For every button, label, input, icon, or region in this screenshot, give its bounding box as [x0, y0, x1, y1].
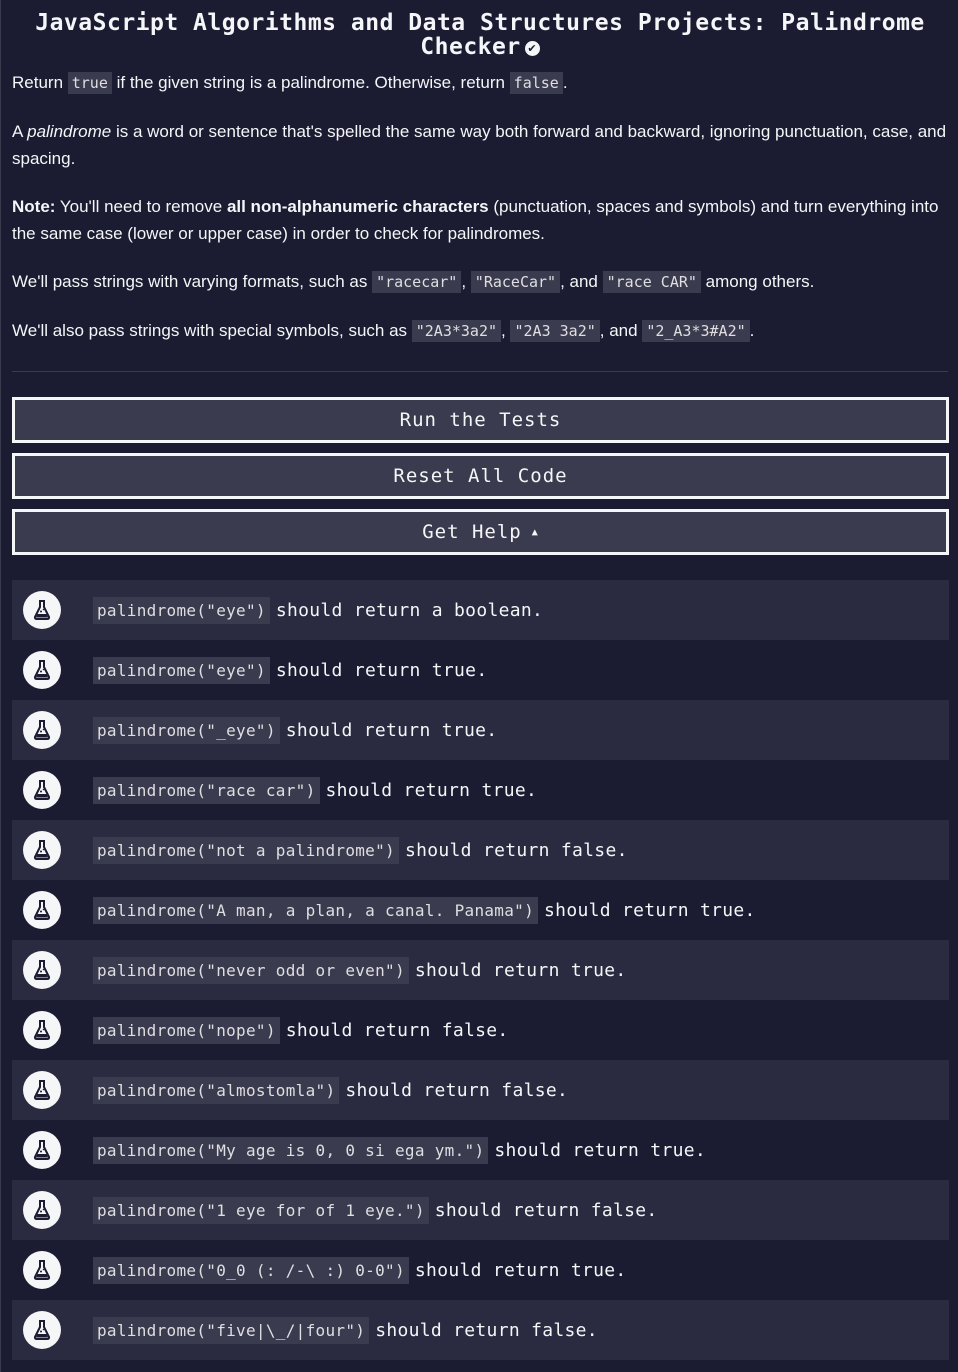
- test-expectation: should return false.: [345, 1079, 569, 1101]
- test-row: palindrome("never odd or even") should re…: [12, 940, 949, 1000]
- description-paragraph: We'll also pass strings with special sym…: [12, 320, 755, 342]
- test-expectation: should return true.: [285, 719, 498, 741]
- test-expectation: should return true.: [275, 659, 488, 681]
- test-code: palindrome("A man, a plan, a canal. Pana…: [93, 896, 539, 924]
- flask-icon: [23, 1311, 61, 1349]
- test-code: palindrome("not a palindrome"): [93, 836, 399, 864]
- flask-icon: [23, 1191, 61, 1229]
- test-expectation: should return true.: [544, 899, 756, 921]
- test-row: palindrome("_eye") should return true.: [12, 700, 949, 760]
- test-list: palindrome("eye") should return a boolean…: [12, 580, 949, 1360]
- flask-icon: [23, 831, 61, 869]
- test-row: palindrome("nope") should return false.: [12, 1000, 949, 1060]
- test-description: palindrome("race car") should return true…: [93, 776, 538, 804]
- test-row: palindrome("almostomla") should return fa…: [12, 1060, 949, 1120]
- test-expectation: should return true.: [414, 1259, 627, 1281]
- test-description: palindrome("A man, a plan, a canal. Pana…: [93, 896, 756, 924]
- description-paragraph: We'll pass strings with varying formats,…: [12, 271, 815, 293]
- run-tests-button[interactable]: Run the Tests: [12, 397, 949, 443]
- test-row: palindrome("not a palindrome") should ret…: [12, 820, 949, 880]
- page-title: JavaScript Algorithms and Data Structure…: [35, 10, 925, 60]
- test-expectation: should return true.: [325, 779, 538, 801]
- test-description: palindrome("almostomla") should return fa…: [93, 1076, 569, 1104]
- test-code: palindrome("0_0 (: /-\ :) 0-0"): [93, 1256, 409, 1284]
- flask-icon: [23, 1251, 61, 1289]
- test-code: palindrome("never odd or even"): [93, 956, 409, 984]
- test-description: palindrome("My age is 0, 0 si ega ym.") s…: [93, 1136, 706, 1164]
- test-row: palindrome("race car") should return true…: [12, 760, 949, 820]
- test-expectation: should return false.: [285, 1019, 509, 1041]
- test-expectation: should return false.: [434, 1199, 658, 1221]
- flask-icon: [23, 1071, 61, 1109]
- test-code: palindrome("My age is 0, 0 si ega ym."): [93, 1136, 489, 1164]
- test-code: palindrome("eye"): [93, 656, 270, 684]
- test-code: palindrome("1 eye for of 1 eye."): [93, 1196, 429, 1224]
- test-description: palindrome("0_0 (: /-\ :) 0-0") should re…: [93, 1256, 627, 1284]
- caret-up-icon: ▲: [531, 527, 539, 538]
- flask-icon: [23, 1011, 61, 1049]
- test-description: palindrome("eye") should return true.: [93, 656, 488, 684]
- test-expectation: should return false.: [375, 1319, 598, 1341]
- challenge-page: JavaScript Algorithms and Data Structure…: [0, 0, 958, 1372]
- divider: [12, 371, 948, 372]
- flask-icon: [23, 891, 61, 929]
- flask-icon: [23, 951, 61, 989]
- test-code: palindrome("five|\_/|four"): [93, 1316, 370, 1344]
- test-row: palindrome("A man, a plan, a canal. Pana…: [12, 880, 949, 940]
- description-paragraph: A palindrome is a word or sentence that'…: [12, 122, 947, 168]
- test-code: palindrome("nope"): [93, 1016, 280, 1044]
- test-description: palindrome("five|\_/|four") should return…: [93, 1316, 598, 1344]
- test-description: palindrome("not a palindrome") should ret…: [93, 836, 628, 864]
- test-row: palindrome("eye") should return a boolean…: [12, 580, 949, 640]
- test-description: palindrome("never odd or even") should re…: [93, 956, 627, 984]
- test-row: palindrome("0_0 (: /-\ :) 0-0") should re…: [12, 1240, 949, 1300]
- test-row: palindrome("1 eye for of 1 eye.") should …: [12, 1180, 949, 1240]
- test-code: palindrome("almostomla"): [93, 1076, 340, 1104]
- reset-code-button[interactable]: Reset All Code: [12, 453, 949, 499]
- test-row: palindrome("five|\_/|four") should return…: [12, 1300, 949, 1360]
- test-description: palindrome("nope") should return false.: [93, 1016, 509, 1044]
- test-expectation: should return a boolean.: [275, 599, 544, 621]
- test-row: palindrome("eye") should return true.: [12, 640, 949, 700]
- test-code: palindrome("eye"): [93, 596, 270, 624]
- test-code: palindrome("race car"): [93, 776, 320, 804]
- get-help-button[interactable]: Get Help ▲: [12, 509, 949, 555]
- challenge-description: Return true if the given string is a pal…: [12, 69, 948, 345]
- test-expectation: should return true.: [414, 959, 627, 981]
- test-code: palindrome("_eye"): [93, 716, 280, 744]
- flask-icon: [23, 711, 61, 749]
- flask-icon: [23, 771, 61, 809]
- test-expectation: should return true.: [494, 1139, 706, 1161]
- test-description: palindrome("eye") should return a boolean…: [93, 596, 544, 624]
- note-paragraph: Note: You'll need to remove all non-alph…: [12, 197, 939, 243]
- flask-icon: [23, 1131, 61, 1169]
- test-row: palindrome("My age is 0, 0 si ega ym.") s…: [12, 1120, 949, 1180]
- test-description: palindrome("_eye") should return true.: [93, 716, 498, 744]
- flask-icon: [23, 591, 61, 629]
- description-paragraph: Return true if the given string is a pal…: [12, 72, 568, 94]
- test-expectation: should return false.: [404, 839, 628, 861]
- flask-icon: [23, 651, 61, 689]
- check-circle-icon: ✔: [524, 41, 540, 56]
- test-description: palindrome("1 eye for of 1 eye.") should …: [93, 1196, 658, 1224]
